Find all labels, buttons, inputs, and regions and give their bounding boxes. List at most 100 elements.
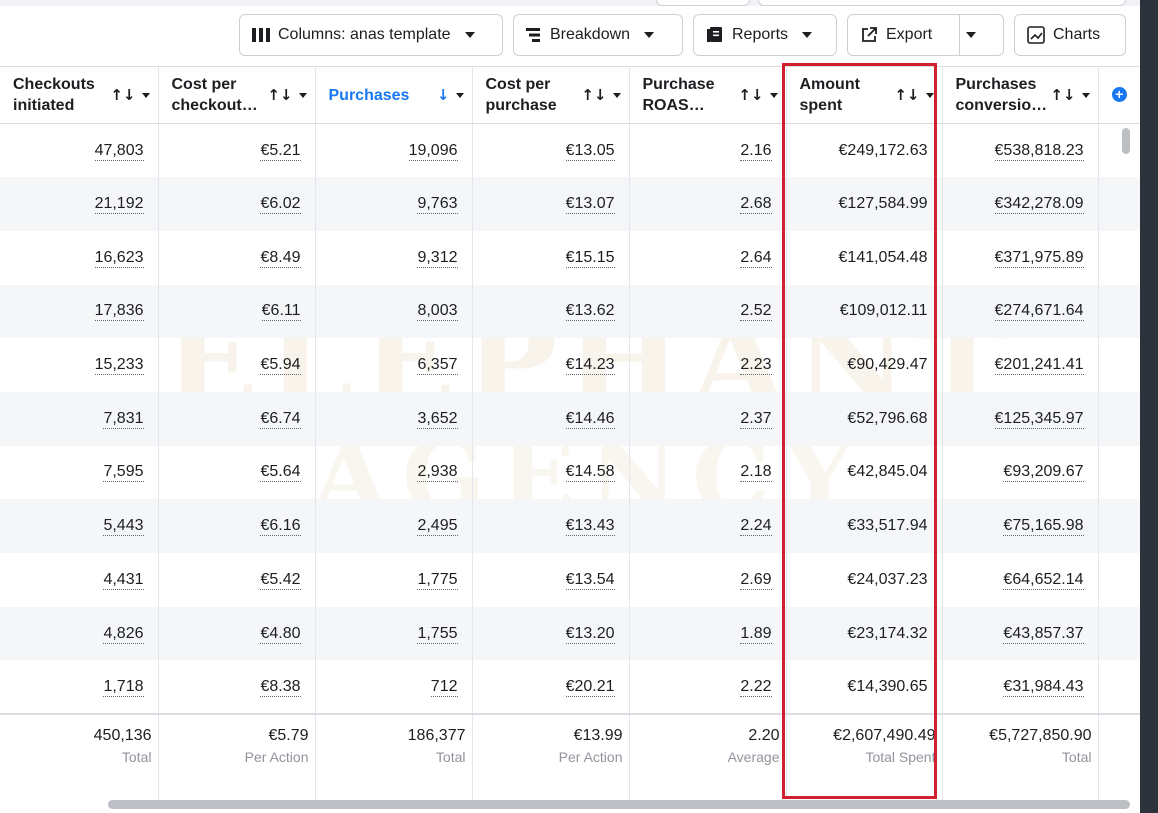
sort-icon[interactable]: ↓ [437,86,450,104]
sort-icon[interactable]: ↑↓ [894,86,919,104]
cell-value[interactable]: 9,312 [417,248,458,268]
cell-value[interactable]: €4.80 [260,624,301,644]
cell-value[interactable]: €14.23 [565,356,615,376]
column-menu-chevron-icon[interactable] [141,92,150,98]
cell-value[interactable]: €13.62 [565,302,615,322]
cell-value[interactable]: €8.38 [260,677,301,697]
cell-value[interactable]: 7,831 [103,409,144,429]
cell-value[interactable]: 6,357 [417,356,458,376]
column-menu-chevron-icon[interactable] [769,92,778,98]
column-header-purchases-conversion-value[interactable]: Purchases conversio… ↑↓ [942,66,1099,124]
cell-value[interactable]: €125,345.97 [994,409,1084,429]
cell-value[interactable]: €43,857.37 [1003,624,1084,644]
column-header-purchase-roas[interactable]: Purchase ROAS… ↑↓ [629,66,787,124]
sort-icon[interactable]: ↑↓ [581,86,606,104]
cell-value[interactable]: €75,165.98 [1003,517,1084,537]
horizontal-scrollbar-thumb[interactable] [108,800,1130,809]
cell-value[interactable]: 7,595 [103,463,144,483]
vertical-scrollbar[interactable] [1120,125,1134,705]
partial-control[interactable] [656,0,750,6]
columns-button[interactable]: Columns: anas template [239,14,503,56]
cell-value[interactable]: €5.94 [260,356,301,376]
cell-value[interactable]: €13.43 [565,517,615,537]
column-header-purchases[interactable]: Purchases ↓ [315,66,473,124]
cell-value[interactable]: 21,192 [94,195,144,215]
cell-value[interactable]: €6.16 [260,517,301,537]
cell-value[interactable]: €371,975.89 [994,248,1084,268]
cell-value[interactable]: 1,755 [417,624,458,644]
cell-value[interactable]: 17,836 [94,302,144,322]
cell-value[interactable]: 2.64 [740,248,772,268]
export-button[interactable]: Export [847,14,1004,56]
cell-value[interactable]: 2.16 [740,141,772,161]
cell-value[interactable]: 2,495 [417,517,458,537]
cell-value[interactable]: €14.58 [565,463,615,483]
cell-value[interactable]: 4,826 [103,624,144,644]
cell-value[interactable]: 2.24 [740,517,772,537]
cell-value[interactable]: 2.52 [740,302,772,322]
cell-value[interactable]: €6.02 [260,195,301,215]
cell-value[interactable]: €5.42 [260,570,301,590]
column-menu-chevron-icon[interactable] [612,92,621,98]
sort-icon[interactable]: ↑↓ [110,86,135,104]
cell-value[interactable]: 1.89 [740,624,772,644]
cell-value[interactable]: 2.23 [740,356,772,376]
cell-value[interactable]: €6.74 [260,409,301,429]
cell-value[interactable]: 19,096 [408,141,458,161]
cell-value[interactable]: 1,718 [103,677,144,697]
cell-value[interactable]: 47,803 [94,141,144,161]
sort-icon[interactable]: ↑↓ [738,86,763,104]
export-dropdown-caret-icon[interactable] [966,32,977,38]
cell-value[interactable]: €6.11 [261,302,301,322]
cell-value[interactable]: €13.07 [565,195,615,215]
cell-value[interactable]: €5.64 [260,463,301,483]
charts-button[interactable]: Charts [1014,14,1126,56]
cell-value[interactable]: 2.18 [740,463,772,483]
cell-value[interactable]: 2.37 [740,409,772,429]
cell-value[interactable]: 16,623 [94,248,144,268]
column-header-cost-per-purchase[interactable]: Cost per purchase ↑↓ [472,66,630,124]
column-header-amount-spent[interactable]: Amount spent ↑↓ [786,66,943,124]
cell-value[interactable]: €5.21 [260,141,301,161]
cell-purchases: 8,003 [315,284,473,339]
cell-value[interactable]: 8,003 [417,302,458,322]
cell-value[interactable]: €13.20 [565,624,615,644]
cell-value[interactable]: €201,241.41 [994,356,1084,376]
partial-search-field[interactable] [758,0,1126,6]
cell-value[interactable]: €20.21 [565,677,615,697]
cell-value[interactable]: 2.22 [740,677,772,697]
cell-value[interactable]: 1,775 [417,570,458,590]
cell-value[interactable]: €538,818.23 [994,141,1084,161]
column-header-checkouts-initiated[interactable]: Checkouts initiated ↑↓ [0,66,159,124]
cell-value[interactable]: €15.15 [565,248,615,268]
cell-value[interactable]: €342,278.09 [994,195,1084,215]
cell-value[interactable]: 2,938 [417,463,458,483]
cell-value[interactable]: 9,763 [417,195,458,215]
cell-value[interactable]: 712 [430,677,458,697]
cell-value[interactable]: 15,233 [94,356,144,376]
cell-value[interactable]: €8.49 [260,248,301,268]
cell-value[interactable]: 2.68 [740,195,772,215]
cell-value[interactable]: €93,209.67 [1003,463,1084,483]
column-menu-chevron-icon[interactable] [455,92,464,98]
cell-value[interactable]: €274,671.64 [994,302,1084,322]
add-column-plus-icon[interactable]: + [1111,87,1127,102]
cell-value[interactable]: 4,431 [103,570,144,590]
column-menu-chevron-icon[interactable] [925,92,934,98]
cell-value[interactable]: 3,652 [417,409,458,429]
breakdown-button[interactable]: Breakdown [513,14,683,56]
reports-button[interactable]: Reports [693,14,837,56]
cell-value[interactable]: €13.54 [565,570,615,590]
column-menu-chevron-icon[interactable] [298,92,307,98]
cell-value[interactable]: €13.05 [565,141,615,161]
cell-value[interactable]: €64,652.14 [1003,570,1084,590]
cell-value[interactable]: €31,984.43 [1003,677,1084,697]
sort-icon[interactable]: ↑↓ [1050,86,1075,104]
vertical-scrollbar-thumb[interactable] [1122,128,1130,154]
column-menu-chevron-icon[interactable] [1081,92,1090,98]
cell-value[interactable]: €14.46 [565,409,615,429]
column-header-cost-per-checkout[interactable]: Cost per checkout… ↑↓ [158,66,316,124]
sort-icon[interactable]: ↑↓ [267,86,292,104]
cell-value[interactable]: 5,443 [103,517,144,537]
cell-value[interactable]: 2.69 [740,570,772,590]
